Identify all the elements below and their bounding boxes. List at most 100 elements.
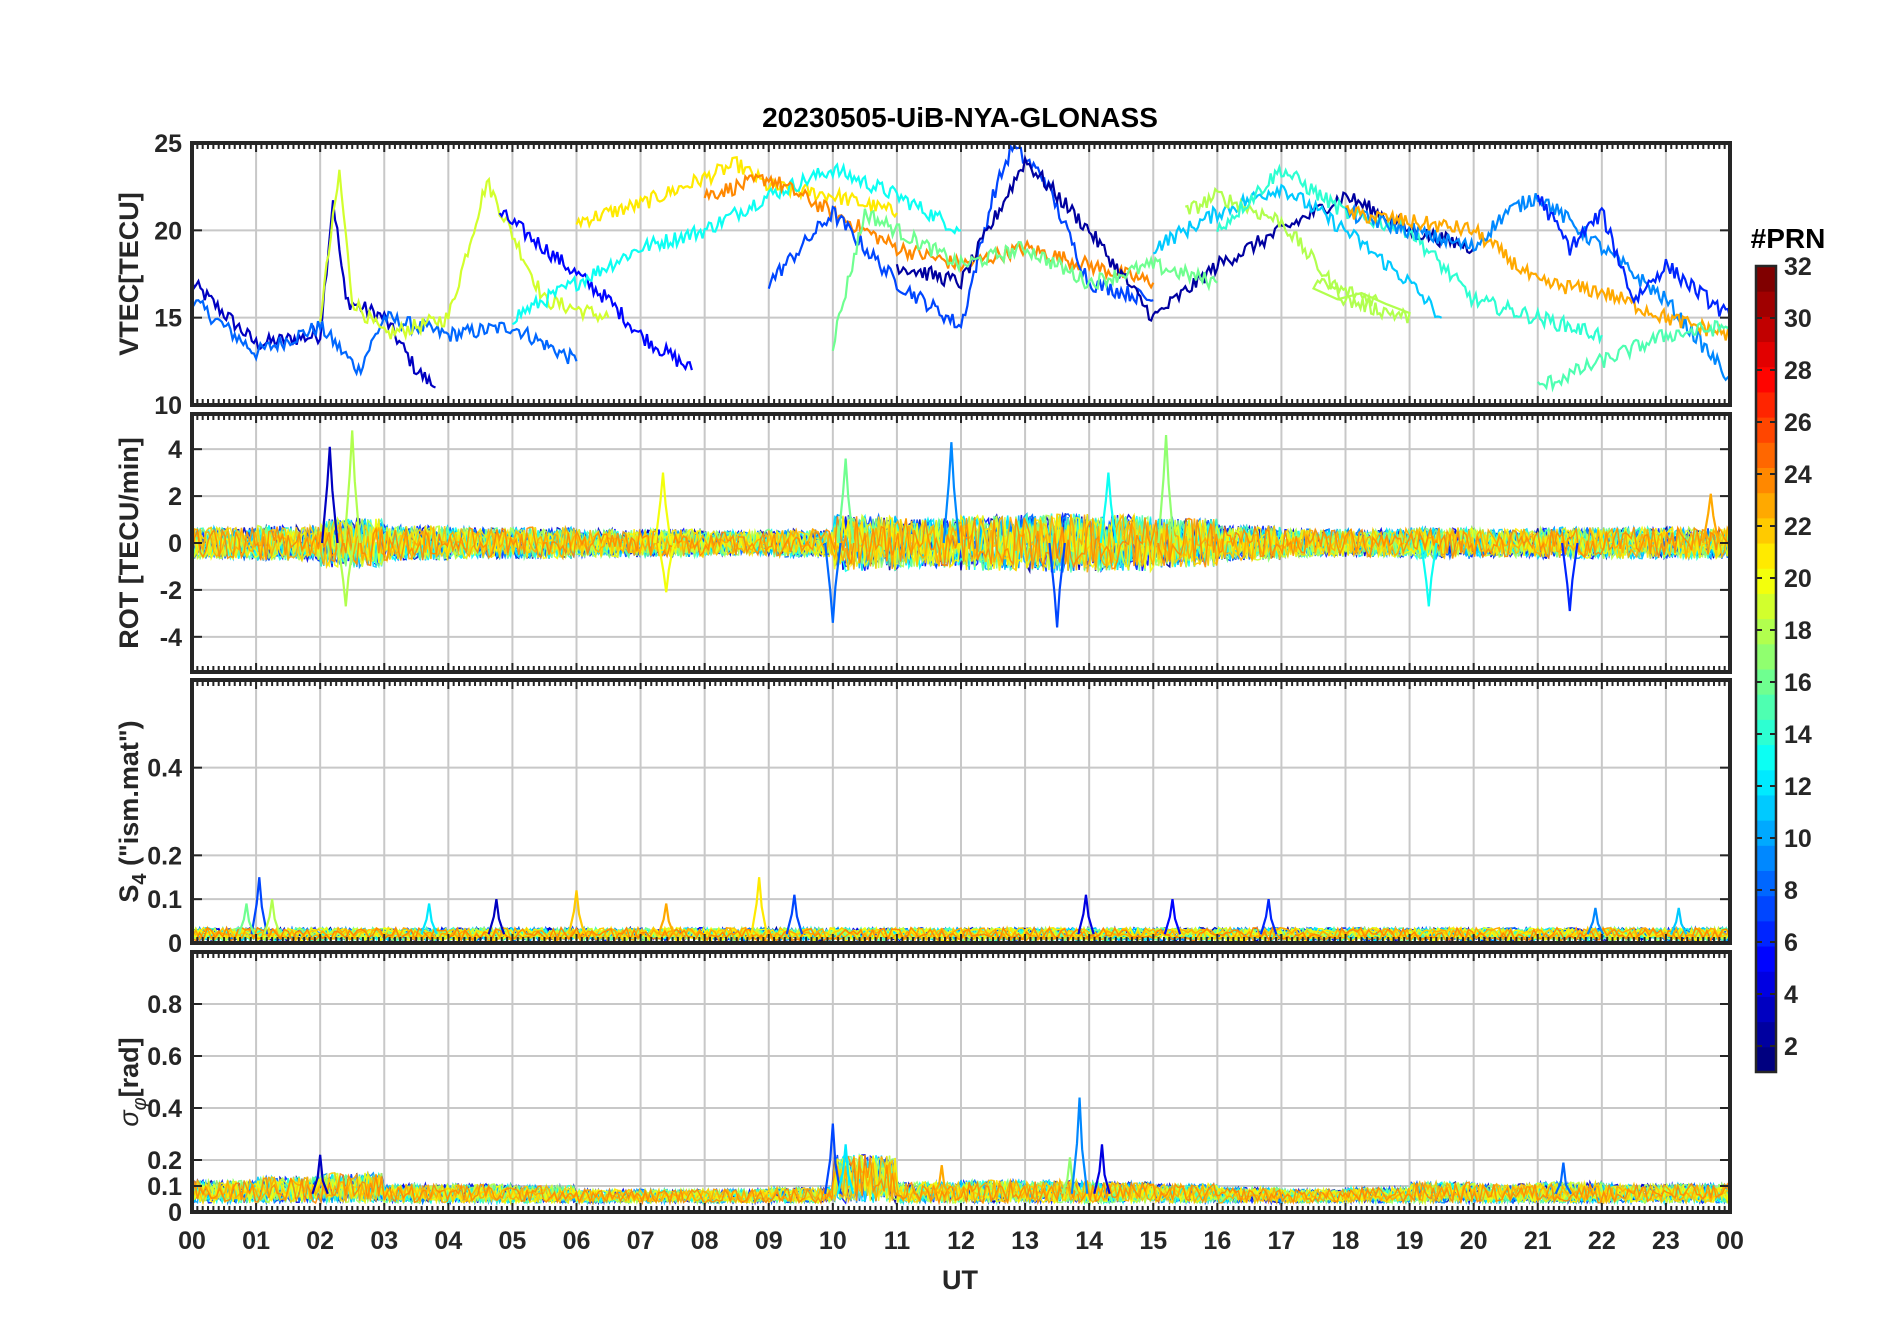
colorbar-level — [1756, 316, 1776, 343]
x-tick-label: 13 — [1011, 1227, 1039, 1255]
x-tick-label: 08 — [691, 1227, 719, 1255]
x-tick-label: 11 — [884, 1227, 911, 1255]
y-tick-label: 2 — [168, 483, 182, 511]
x-tick-label: 12 — [947, 1227, 975, 1255]
colorbar-tick-label: 14 — [1784, 721, 1812, 749]
colorbar-level — [1756, 996, 1776, 1023]
x-tick-label: 00 — [1716, 1227, 1744, 1255]
x-tick-label: 09 — [755, 1227, 783, 1255]
colorbar-level — [1756, 543, 1776, 569]
x-tick-label: 00 — [178, 1227, 206, 1255]
y-tick-label: 0 — [168, 530, 182, 558]
colorbar-level — [1756, 391, 1776, 418]
y-tick-label: 10 — [154, 392, 182, 420]
colorbar-level — [1756, 492, 1776, 519]
x-tick-label: 01 — [242, 1227, 270, 1255]
colorbar-level — [1756, 568, 1776, 594]
x-tick-label: 21 — [1524, 1227, 1552, 1255]
colorbar-level — [1756, 769, 1776, 796]
x-tick-label: 14 — [1075, 1227, 1103, 1255]
y-tick-label: 0.8 — [147, 991, 182, 1019]
x-tick-label: 10 — [819, 1227, 847, 1255]
y-axis-title: ROT [TECU/min] — [114, 437, 144, 648]
colorbar-level — [1756, 291, 1776, 317]
colorbar-level — [1756, 895, 1776, 922]
colorbar-tick-label: 28 — [1784, 357, 1812, 385]
x-tick-label: 15 — [1139, 1227, 1167, 1255]
colorbar-level — [1756, 593, 1776, 620]
x-tick-label: 05 — [499, 1227, 527, 1255]
colorbar-level — [1756, 341, 1776, 368]
colorbar-level — [1756, 643, 1776, 670]
y-tick-label: 15 — [154, 305, 182, 333]
colorbar-level — [1756, 1021, 1776, 1048]
x-tick-label: 04 — [434, 1227, 462, 1255]
x-axis-title: UT — [942, 1265, 978, 1295]
y-axis-title-sub: φ — [129, 1097, 151, 1110]
colorbar-tick-label: 22 — [1784, 513, 1812, 541]
y-axis-title-rest: ("ism.mat") — [114, 720, 144, 873]
colorbar-tick-label: 20 — [1784, 565, 1812, 593]
chart-title: 20230505-UiB-NYA-GLONASS — [762, 102, 1158, 133]
y-axis-title-rest: [rad] — [114, 1037, 144, 1097]
y-tick-label: 0.2 — [147, 1147, 182, 1175]
x-tick-label: 22 — [1588, 1227, 1616, 1255]
y-tick-label: 25 — [154, 130, 182, 158]
y-tick-label: -2 — [160, 577, 182, 605]
y-tick-label: -4 — [160, 624, 182, 652]
colorbar-tick-label: 8 — [1784, 877, 1798, 905]
y-axis-title-main: S — [114, 885, 144, 903]
colorbar-level — [1756, 618, 1776, 645]
x-tick-label: 20 — [1460, 1227, 1488, 1255]
colorbar-level — [1756, 744, 1776, 771]
y-axis-title-main: σ — [114, 1109, 144, 1127]
x-tick-label: 06 — [563, 1227, 591, 1255]
colorbar-level — [1756, 845, 1776, 871]
colorbar-level — [1756, 870, 1776, 897]
y-tick-label: 0.6 — [147, 1043, 182, 1071]
colorbar-tick-label: 10 — [1784, 825, 1812, 853]
y-axis-title: VTEC[TECU] — [114, 192, 144, 356]
colorbar-tick-label: 4 — [1784, 981, 1798, 1009]
y-tick-label: 0.4 — [147, 1095, 182, 1123]
colorbar-tick-label: 30 — [1784, 305, 1812, 333]
colorbar-tick-label: 12 — [1784, 773, 1812, 801]
colorbar-level — [1756, 467, 1776, 494]
colorbar-level — [1756, 1046, 1776, 1073]
x-tick-label: 03 — [370, 1227, 398, 1255]
x-tick-label: 23 — [1652, 1227, 1680, 1255]
colorbar-level — [1756, 517, 1776, 544]
x-tick-label: 19 — [1396, 1227, 1424, 1255]
colorbar-title: #PRN — [1751, 223, 1826, 254]
y-tick-label: 0 — [168, 1199, 182, 1227]
colorbar-tick-label: 24 — [1784, 461, 1812, 489]
colorbar-tick-label: 26 — [1784, 409, 1812, 437]
colorbar-tick-label: 6 — [1784, 929, 1798, 957]
y-tick-label: 0.1 — [147, 886, 182, 914]
y-tick-label: 4 — [168, 436, 182, 464]
y-tick-label: 0.4 — [147, 755, 182, 783]
chart-figure: 20230505-UiB-NYA-GLONASS 10152025VTEC[TE… — [0, 0, 1902, 1330]
colorbar-level — [1756, 719, 1776, 746]
x-tick-label: 07 — [627, 1227, 655, 1255]
colorbar-tick-label: 16 — [1784, 669, 1812, 697]
colorbar-level — [1756, 694, 1776, 720]
x-tick-label: 17 — [1268, 1227, 1296, 1255]
x-tick-label: 02 — [306, 1227, 334, 1255]
colorbar-tick-label: 2 — [1784, 1033, 1798, 1061]
y-tick-label: 0.1 — [147, 1173, 182, 1201]
colorbar-level — [1756, 794, 1776, 821]
colorbar-level — [1756, 442, 1776, 468]
colorbar-level — [1756, 266, 1776, 292]
y-tick-label: 0 — [168, 930, 182, 958]
x-tick-label: 16 — [1203, 1227, 1231, 1255]
colorbar-tick-label: 32 — [1784, 253, 1812, 281]
figure-background — [0, 0, 1902, 1330]
colorbar-level — [1756, 820, 1776, 846]
y-tick-label: 0.2 — [147, 842, 182, 870]
colorbar-tick-label: 18 — [1784, 617, 1812, 645]
y-tick-label: 20 — [154, 217, 182, 245]
colorbar-level — [1756, 417, 1776, 443]
x-tick-label: 18 — [1332, 1227, 1360, 1255]
colorbar-level — [1756, 946, 1776, 972]
